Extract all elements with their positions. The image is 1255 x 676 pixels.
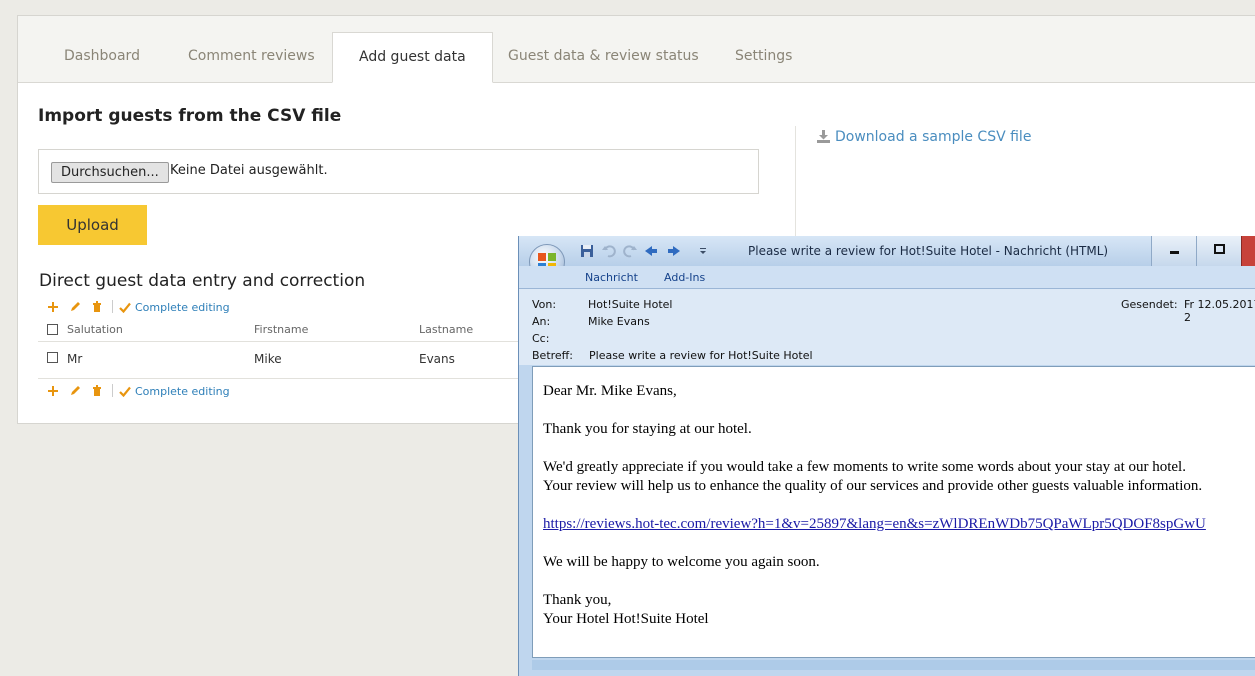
upload-button[interactable]: Upload xyxy=(38,205,147,245)
column-header-salutation[interactable]: Salutation xyxy=(67,323,123,336)
complete-editing-button[interactable]: Complete editing xyxy=(119,301,230,314)
email-closing: Thank you, xyxy=(543,592,612,608)
tab-settings[interactable]: Settings xyxy=(709,32,818,83)
toolbar-separator xyxy=(112,384,113,397)
minimize-icon xyxy=(1170,251,1179,254)
email-line-3: Your review will help us to enhance the … xyxy=(543,478,1203,494)
email-line-1: Thank you for staying at our hotel. xyxy=(543,421,752,437)
select-all-checkbox[interactable] xyxy=(47,324,58,335)
minimize-button[interactable] xyxy=(1151,236,1196,266)
previous-item-icon[interactable] xyxy=(644,244,658,258)
file-input[interactable]: Durchsuchen... Keine Datei ausgewählt. xyxy=(38,149,759,194)
import-heading: Import guests from the CSV file xyxy=(38,106,342,126)
ribbon-tab-add-ins[interactable]: Add-Ins xyxy=(664,271,705,284)
add-icon[interactable] xyxy=(46,300,60,314)
redo-icon[interactable] xyxy=(623,244,637,258)
direct-entry-heading: Direct guest data entry and correction xyxy=(39,271,366,291)
from-value: Hot!Suite Hotel xyxy=(588,298,673,311)
check-icon xyxy=(119,386,131,398)
cell-salutation: Mr xyxy=(67,352,83,366)
add-icon[interactable] xyxy=(46,384,60,398)
sent-value: Fr 12.05.2017 2 xyxy=(1184,298,1255,324)
email-header: Von: Hot!Suite Hotel Gesendet: Fr 12.05.… xyxy=(519,289,1255,365)
close-button[interactable] xyxy=(1241,236,1255,266)
complete-editing-label: Complete editing xyxy=(135,301,230,314)
email-body: Dear Mr. Mike Evans, Thank you for stayi… xyxy=(532,366,1255,658)
subject-label: Betreff: xyxy=(532,349,573,362)
download-sample-link[interactable]: Download a sample CSV file xyxy=(817,129,1031,145)
header-divider xyxy=(38,341,538,342)
tab-bar: Dashboard Comment reviews Add guest data… xyxy=(18,16,1255,83)
email-window: Please write a review for Hot!Suite Hote… xyxy=(518,236,1255,676)
email-window-title: Please write a review for Hot!Suite Hote… xyxy=(748,244,1109,258)
email-title-bar: Please write a review for Hot!Suite Hote… xyxy=(519,236,1255,266)
download-icon xyxy=(817,130,830,143)
next-item-icon[interactable] xyxy=(667,244,681,258)
row-divider xyxy=(38,378,538,379)
tab-guest-data-review-status[interactable]: Guest data & review status xyxy=(482,32,725,83)
cell-firstname: Mike xyxy=(254,352,282,366)
column-divider xyxy=(795,126,796,236)
row-checkbox[interactable] xyxy=(47,352,58,363)
email-line-4: We will be happy to welcome you again so… xyxy=(543,554,820,570)
save-icon[interactable] xyxy=(580,244,594,258)
delete-icon[interactable] xyxy=(90,300,104,314)
column-header-lastname[interactable]: Lastname xyxy=(419,323,473,336)
edit-icon[interactable] xyxy=(68,384,82,398)
cc-label: Cc: xyxy=(532,332,550,345)
delete-icon[interactable] xyxy=(90,384,104,398)
download-sample-label: Download a sample CSV file xyxy=(835,129,1032,145)
email-line-2: We'd greatly appreciate if you would tak… xyxy=(543,459,1186,475)
file-status: Keine Datei ausgewählt. xyxy=(170,163,328,178)
maximize-icon xyxy=(1214,244,1225,254)
cell-lastname: Evans xyxy=(419,352,455,366)
browse-button[interactable]: Durchsuchen... xyxy=(51,162,169,183)
ribbon-tabs: Nachricht Add-Ins xyxy=(519,266,1255,289)
email-bottom-strip xyxy=(532,660,1255,670)
to-label: An: xyxy=(532,315,551,328)
complete-editing-button[interactable]: Complete editing xyxy=(119,385,230,398)
grid-toolbar-top: Complete editing xyxy=(46,300,230,316)
edit-icon[interactable] xyxy=(68,300,82,314)
email-greeting: Dear Mr. Mike Evans, xyxy=(543,383,677,399)
complete-editing-label: Complete editing xyxy=(135,385,230,398)
tab-add-guest-data[interactable]: Add guest data xyxy=(332,32,493,83)
from-label: Von: xyxy=(532,298,557,311)
tab-dashboard[interactable]: Dashboard xyxy=(38,32,166,83)
sent-label: Gesendet: xyxy=(1121,298,1178,311)
ribbon-tab-nachricht[interactable]: Nachricht xyxy=(585,271,638,284)
subject-value: Please write a review for Hot!Suite Hote… xyxy=(589,349,813,362)
email-signature: Your Hotel Hot!Suite Hotel xyxy=(543,611,709,627)
check-icon xyxy=(119,302,131,314)
to-value: Mike Evans xyxy=(588,315,650,328)
maximize-button[interactable] xyxy=(1196,236,1241,266)
customize-toolbar-icon[interactable] xyxy=(696,244,710,258)
grid-toolbar-bottom: Complete editing xyxy=(46,384,230,400)
review-link[interactable]: https://reviews.hot-tec.com/review?h=1&v… xyxy=(543,516,1206,532)
undo-icon[interactable] xyxy=(602,244,616,258)
toolbar-separator xyxy=(112,300,113,313)
tab-comment-reviews[interactable]: Comment reviews xyxy=(162,32,341,83)
column-header-firstname[interactable]: Firstname xyxy=(254,323,308,336)
